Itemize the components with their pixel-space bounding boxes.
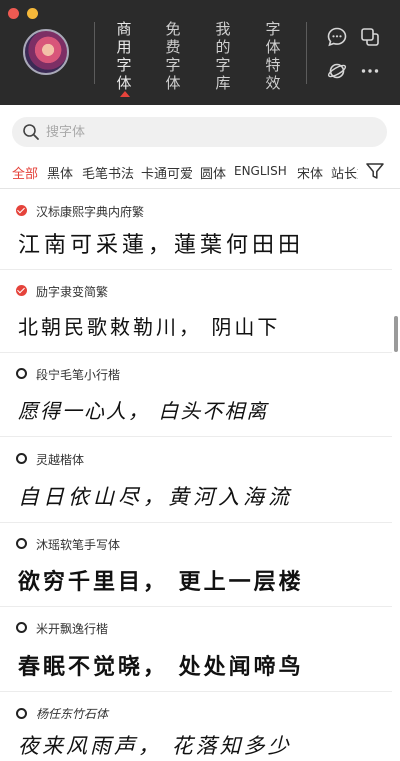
installed-check-icon bbox=[16, 205, 27, 216]
font-sample: 江南可采蓮，蓮葉何田田 bbox=[18, 233, 305, 258]
font-name: 段宁毛笔小行楷 bbox=[36, 368, 121, 382]
font-name: 杨任东竹石体 bbox=[36, 707, 109, 721]
category-webmaster[interactable]: 站长文 bbox=[331, 163, 358, 182]
header-divider-left bbox=[94, 22, 95, 84]
download-status-icon bbox=[16, 538, 27, 549]
list-divider bbox=[0, 691, 392, 692]
category-brush[interactable]: 毛笔书法 bbox=[82, 163, 134, 182]
list-divider bbox=[0, 269, 392, 270]
font-list: 汉标康熙字典内府繁 江南可采蓮，蓮葉何田田 励字隶变简繁 北朝民歌敕勒川， 阴山… bbox=[0, 189, 392, 761]
search-icon bbox=[23, 124, 39, 140]
font-sample: 自日依山尽，黄河入海流 bbox=[18, 485, 293, 509]
list-divider bbox=[0, 436, 392, 437]
filter-icon[interactable] bbox=[364, 160, 386, 182]
list-divider bbox=[0, 606, 392, 607]
font-sample: 欲穷千里目， 更上一层楼 bbox=[18, 570, 304, 595]
font-name: 米开飘逸行楷 bbox=[36, 622, 109, 636]
category-hei[interactable]: 黑体 bbox=[47, 163, 73, 182]
category-round[interactable]: 圆体 bbox=[200, 163, 226, 182]
active-tab-indicator bbox=[120, 91, 130, 97]
list-divider bbox=[0, 352, 392, 353]
font-sample: 北朝民歌敕勒川， 阴山下 bbox=[18, 315, 281, 339]
category-song[interactable]: 宋体 bbox=[297, 163, 323, 182]
download-status-icon bbox=[16, 368, 27, 379]
font-sample: 春眠不觉晓， 处处闻啼鸟 bbox=[18, 655, 304, 680]
category-cartoon[interactable]: 卡通可爱 bbox=[141, 163, 193, 182]
user-avatar[interactable] bbox=[23, 29, 69, 75]
tab-my-fonts[interactable]: 我的字库 bbox=[214, 20, 232, 92]
copy-icon[interactable] bbox=[359, 26, 381, 48]
font-sample: 愿得一心人， 白头不相离 bbox=[18, 399, 269, 423]
download-status-icon bbox=[16, 453, 27, 464]
font-name: 励字隶变简繁 bbox=[36, 285, 109, 299]
search-input[interactable] bbox=[46, 117, 366, 147]
installed-check-icon bbox=[16, 285, 27, 296]
download-status-icon bbox=[16, 622, 27, 633]
tab-commercial-fonts[interactable]: 商用字体 bbox=[115, 20, 133, 92]
chat-icon[interactable] bbox=[326, 26, 348, 48]
close-window-button[interactable] bbox=[8, 8, 19, 19]
category-all[interactable]: 全部 bbox=[12, 163, 38, 182]
font-name: 沐瑶软笔手写体 bbox=[36, 538, 121, 552]
category-tabs: 全部 黑体 毛笔书法 卡通可爱 圆体 ENGLISH 宋体 站长文 bbox=[0, 158, 358, 186]
header-divider-right bbox=[306, 22, 307, 84]
header-bar: 商用字体 免费字体 我的字库 字体特效 bbox=[0, 0, 400, 105]
tab-free-fonts[interactable]: 免费字体 bbox=[164, 20, 182, 92]
font-name: 汉标康熙字典内府繁 bbox=[36, 205, 145, 219]
minimize-window-button[interactable] bbox=[27, 8, 38, 19]
more-icon[interactable] bbox=[359, 60, 381, 82]
planet-icon[interactable] bbox=[326, 60, 348, 82]
search-bar[interactable] bbox=[12, 117, 387, 147]
list-scrollbar[interactable] bbox=[394, 316, 398, 352]
font-app-window: 商用字体 免费字体 我的字库 字体特效 全部 黑体 毛笔书法 卡通可爱 圆体 E… bbox=[0, 0, 400, 761]
font-sample: 夜来风雨声， 花落知多少 bbox=[18, 734, 292, 758]
font-name: 灵越楷体 bbox=[36, 453, 85, 467]
download-status-icon bbox=[16, 708, 27, 719]
category-english[interactable]: ENGLISH bbox=[234, 164, 287, 178]
list-divider bbox=[0, 522, 392, 523]
tab-font-effects[interactable]: 字体特效 bbox=[264, 20, 282, 92]
